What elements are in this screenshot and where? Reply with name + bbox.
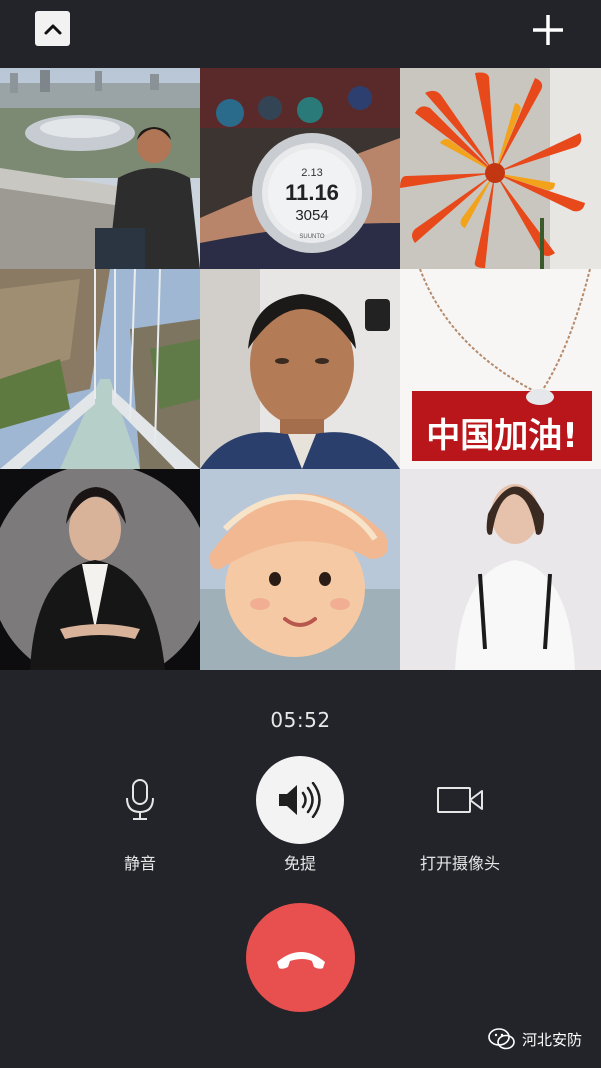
participant-tile-7[interactable] <box>0 469 200 670</box>
participant-grid: 2.13 11.16 3054 SUUNTO 中国加油! <box>0 68 601 670</box>
speaker-label: 免提 <box>283 854 316 873</box>
camera-control[interactable]: 打开摄像头 <box>380 756 540 874</box>
speaker-control[interactable]: 免提 <box>220 756 380 874</box>
participant-5-image <box>200 269 400 469</box>
participant-tile-9[interactable] <box>400 469 601 670</box>
video-camera-icon <box>437 787 483 813</box>
participant-8-image <box>200 469 400 670</box>
camera-label: 打开摄像头 <box>419 854 500 873</box>
add-participant-button[interactable] <box>528 10 568 50</box>
speaker-button[interactable] <box>256 756 344 844</box>
collapse-button[interactable] <box>35 11 70 46</box>
participant-9-image <box>400 469 601 670</box>
microphone-icon <box>126 779 154 820</box>
participant-tile-8[interactable] <box>200 469 400 670</box>
participant-tile-3[interactable] <box>400 68 601 269</box>
participant-1-image <box>0 68 200 269</box>
mute-label: 静音 <box>123 854 156 873</box>
participant-4-image <box>0 269 200 469</box>
svg-text:2.13: 2.13 <box>301 167 322 179</box>
participant-tile-5[interactable] <box>200 269 400 469</box>
participant-7-image <box>0 469 200 670</box>
watermark-text: 河北安防 <box>522 1030 583 1049</box>
watermark: 河北安防 <box>488 1028 582 1050</box>
call-top-bar <box>0 0 601 68</box>
mute-button[interactable] <box>96 756 184 844</box>
svg-text:SUUNTO: SUUNTO <box>299 234 325 240</box>
camera-button[interactable] <box>416 756 504 844</box>
participant-tile-2[interactable]: 2.13 11.16 3054 SUUNTO <box>200 68 400 269</box>
participant-2-image: 2.13 11.16 3054 SUUNTO <box>200 68 400 269</box>
watch-altitude: 3054 <box>295 207 328 224</box>
participant-3-image <box>400 68 601 269</box>
speaker-icon <box>279 782 321 818</box>
phone-hangup-icon <box>276 951 325 969</box>
chevron-up-icon <box>44 24 61 34</box>
participant-6-image: 中国加油! <box>400 269 601 469</box>
plus-icon <box>533 15 563 45</box>
mute-control[interactable]: 静音 <box>60 756 220 874</box>
participant-tile-1[interactable] <box>0 68 200 269</box>
hang-up-button[interactable] <box>246 903 355 1012</box>
watch-time: 11.16 <box>285 180 339 205</box>
participant-tile-6[interactable]: 中国加油! <box>400 269 601 469</box>
wechat-icon <box>488 1028 515 1050</box>
banner-text: 中国加油! <box>426 416 578 456</box>
participant-tile-4[interactable] <box>0 269 200 469</box>
call-duration: 05:52 <box>270 708 331 732</box>
